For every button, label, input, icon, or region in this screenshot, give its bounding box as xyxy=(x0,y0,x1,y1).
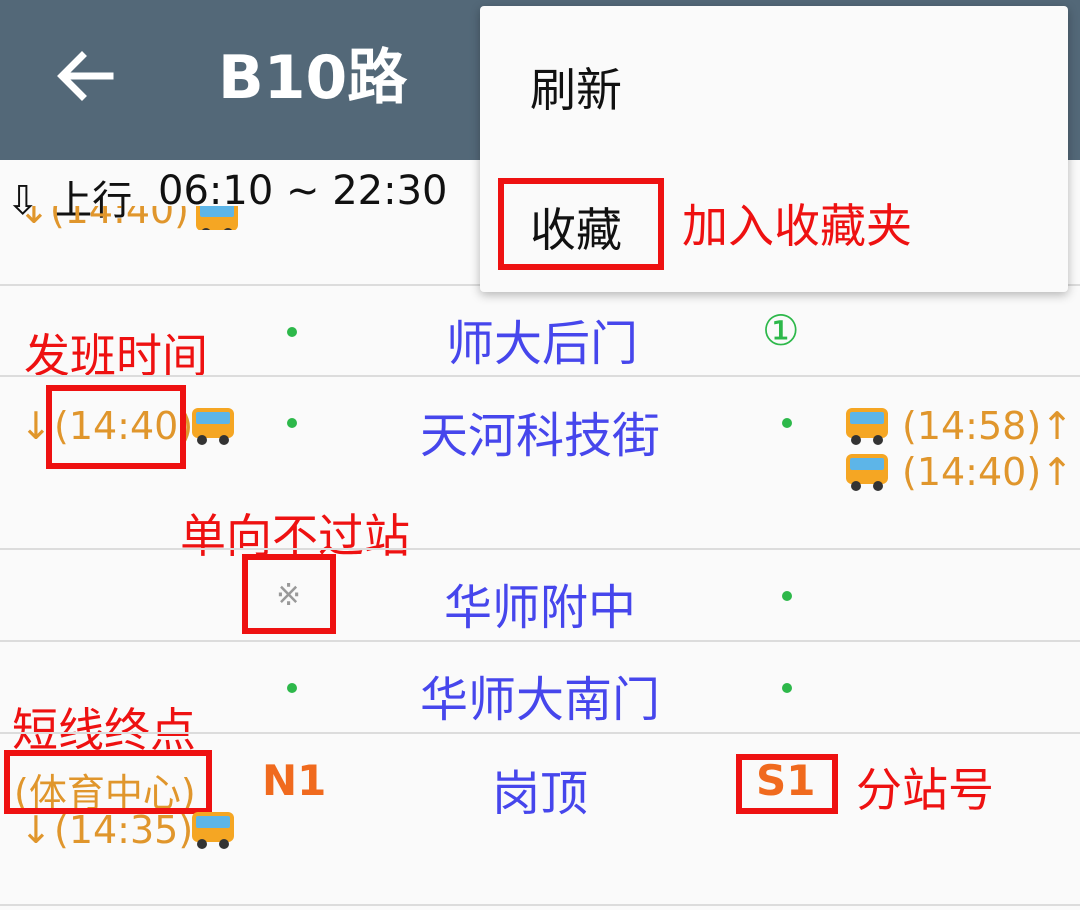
left-arrow: ↓ xyxy=(20,808,52,852)
divider xyxy=(0,732,1080,734)
arrival-time: (14:58)↑ xyxy=(902,404,1073,448)
left-station-dot xyxy=(287,418,297,428)
departure-time-highlight xyxy=(46,385,186,469)
right-station-dot xyxy=(782,418,792,428)
station-name[interactable]: 华师大南门 xyxy=(420,660,660,730)
bus-icon xyxy=(846,408,888,445)
divider xyxy=(0,548,1080,550)
clipped-row: ↓(14:40) xyxy=(18,206,240,230)
arrival-time: (14:40)↑ xyxy=(902,450,1073,494)
favorite-highlight-box xyxy=(498,178,664,270)
bus-icon xyxy=(192,408,234,445)
menu-item-refresh[interactable]: 刷新 xyxy=(530,54,622,120)
departure-time: (14:35) xyxy=(54,808,194,852)
left-station-dot xyxy=(287,327,297,337)
left-station-dot xyxy=(287,683,297,693)
substation-highlight xyxy=(736,754,838,814)
short-terminus-highlight xyxy=(4,750,212,814)
station-name[interactable]: 师大后门 xyxy=(446,304,638,374)
annotation-favorite: 加入收藏夹 xyxy=(682,199,912,253)
one-way-highlight xyxy=(242,554,336,634)
bus-icon xyxy=(192,812,234,849)
divider xyxy=(0,904,1080,906)
station-name[interactable]: 岗顶 xyxy=(492,754,588,824)
substation-code-left: N1 xyxy=(262,756,327,805)
right-station-dot xyxy=(782,591,792,601)
bus-icon xyxy=(196,206,239,230)
station-name[interactable]: 华师附中 xyxy=(444,568,636,638)
annotation-substation-no: 分站号 xyxy=(856,763,994,817)
clipped-time: ↓(14:40) xyxy=(18,206,189,230)
divider xyxy=(0,640,1080,642)
right-station-dot xyxy=(782,683,792,693)
station-name[interactable]: 天河科技街 xyxy=(420,396,660,466)
divider xyxy=(0,375,1080,377)
right-marker: ① xyxy=(762,306,800,355)
back-arrow-icon[interactable] xyxy=(52,40,116,112)
route-title: B10路 xyxy=(218,43,408,113)
bus-icon xyxy=(846,454,888,491)
